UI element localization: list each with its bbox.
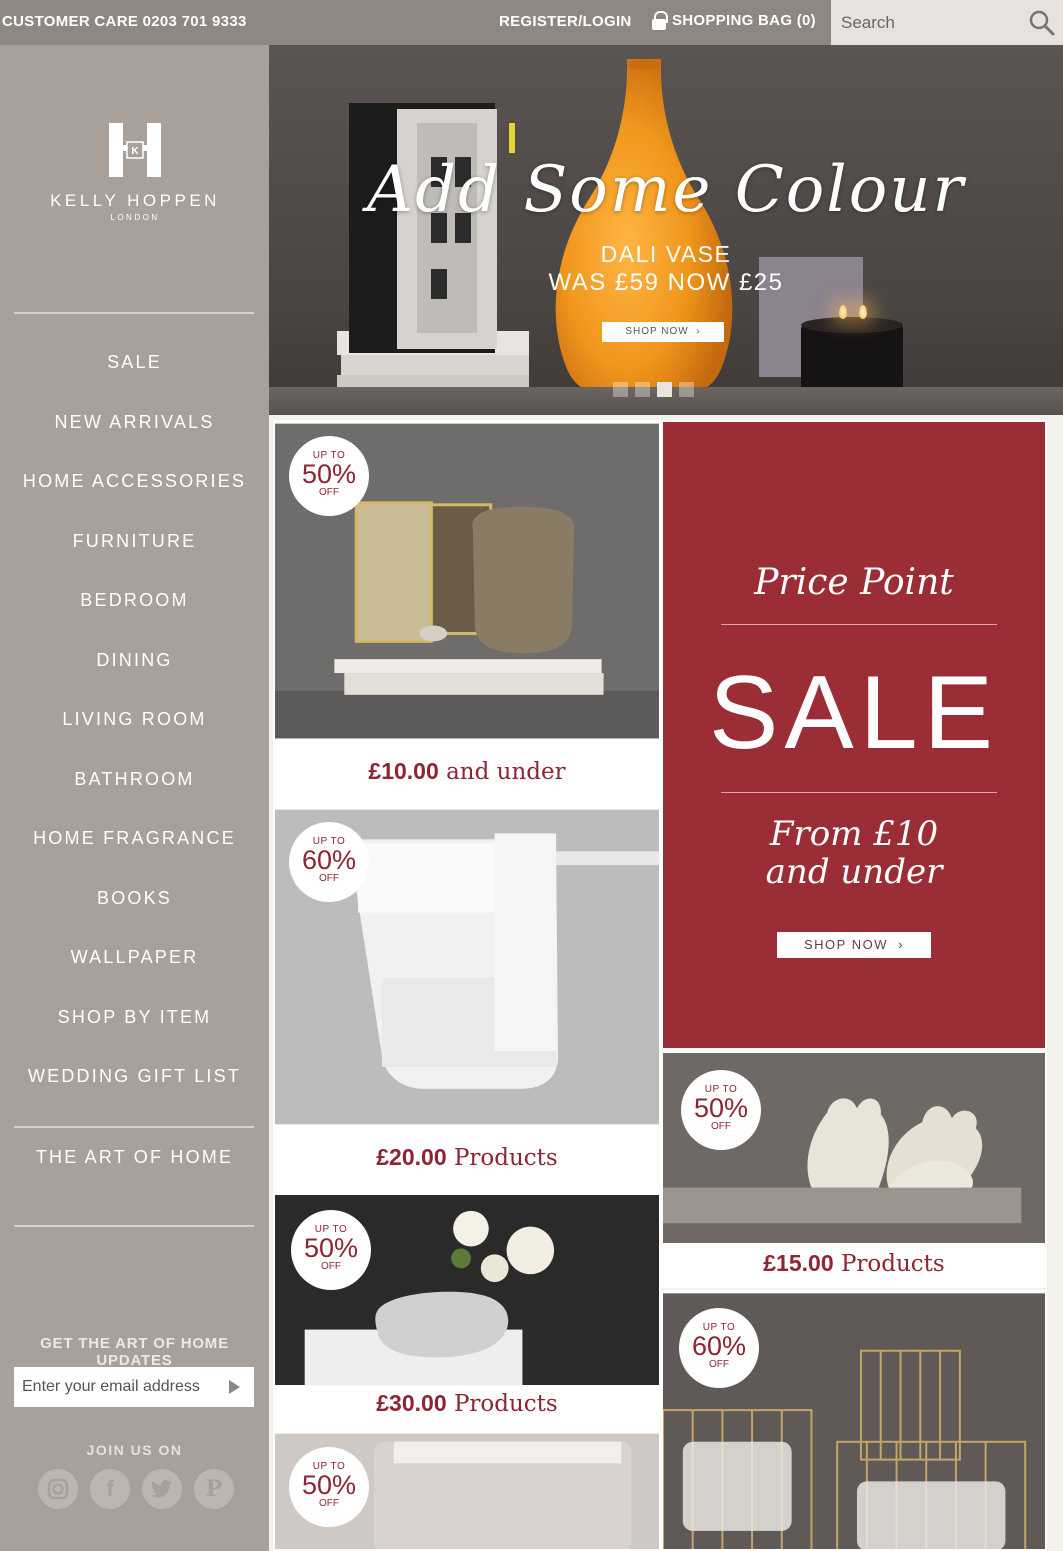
discount-badge: UP TO 50% OFF	[289, 1447, 369, 1527]
divider	[721, 624, 997, 625]
hero-price: WAS £59 NOW £25	[548, 269, 784, 296]
tile-label: Products	[453, 1145, 558, 1171]
brand-name: KELLY HOPPEN	[50, 191, 220, 210]
nav-item-living-room[interactable]: LIVING ROOM	[0, 690, 269, 750]
discount-badge: UP TO 50% OFF	[681, 1070, 761, 1150]
nav-item-wedding-gift-list[interactable]: WEDDING GIFT LIST	[0, 1047, 269, 1107]
nav-item-bedroom[interactable]: BEDROOM	[0, 571, 269, 631]
kelly-hoppen-logo[interactable]: K KELLY HOPPEN LONDON	[30, 123, 240, 222]
nav-item-dining[interactable]: DINING	[0, 631, 269, 691]
tile-caption: £30.00 Products	[275, 1390, 659, 1417]
promo-tile-10[interactable]: UP TO 50% OFF £10.00 and under	[273, 420, 661, 807]
promo-tile-20[interactable]: UP TO 60% OFF £20.00 Products	[273, 806, 661, 1193]
carousel-dots	[613, 382, 694, 397]
discount-badge: UP TO 50% OFF	[291, 1210, 371, 1290]
submit-arrow-icon[interactable]	[229, 1380, 240, 1394]
lock-icon	[651, 11, 668, 30]
kh-monogram-icon: K	[109, 123, 161, 177]
sale-shop-now-button[interactable]: SHOP NOW ›	[777, 932, 931, 958]
newsletter-form	[14, 1367, 254, 1407]
tile-price: £10.00	[368, 758, 439, 784]
tile-label: Products	[453, 1391, 558, 1417]
social-links: f P	[38, 1469, 234, 1509]
join-us-heading: JOIN US ON	[86, 1442, 183, 1458]
hero-title: Add Some Colour	[366, 153, 966, 227]
nav-item-books[interactable]: BOOKS	[0, 869, 269, 929]
promo-tile-cushion[interactable]: UP TO 50% OFF	[273, 1431, 661, 1551]
nav-item-art-of-home[interactable]: THE ART OF HOME	[0, 1147, 269, 1168]
candle-image	[801, 305, 903, 389]
carousel-dot-active[interactable]	[657, 382, 672, 397]
customer-care-phone[interactable]: CUSTOMER CARE 0203 701 9333	[2, 13, 247, 30]
discount-badge: UP TO 60% OFF	[679, 1308, 759, 1388]
tile-caption: £10.00 and under	[275, 758, 659, 785]
nav-item-home-fragrance[interactable]: HOME FRAGRANCE	[0, 809, 269, 869]
nav-item-home-accessories[interactable]: HOME ACCESSORIES	[0, 452, 269, 512]
tile-caption: £20.00 Products	[275, 1144, 659, 1171]
search-input[interactable]	[831, 0, 1021, 45]
orange-vase-image	[555, 59, 733, 399]
discount-badge: UP TO 50% OFF	[289, 436, 369, 516]
hero-product: DALI VASE	[600, 241, 732, 267]
promo-tile-15[interactable]: UP TO 50% OFF £15.00 Products	[661, 1050, 1047, 1288]
top-bar: CUSTOMER CARE 0203 701 9333 REGISTER/LOG…	[0, 0, 1063, 45]
carousel-dot[interactable]	[613, 382, 628, 397]
carousel-dot[interactable]	[635, 382, 650, 397]
newsletter-heading: GET THE ART OF HOME UPDATES	[40, 1335, 229, 1369]
divider	[14, 1126, 254, 1128]
register-login-link[interactable]: REGISTER/LOGIN	[499, 13, 632, 30]
email-field[interactable]	[14, 1367, 219, 1407]
price-point-title: Price Point	[754, 562, 954, 603]
sale-heading: SALE	[709, 655, 999, 771]
sale-subheading: From £10 and under	[663, 815, 1045, 891]
sale-and-under: and under	[765, 852, 943, 892]
tile-price: £15.00	[763, 1250, 834, 1276]
hero-banner[interactable]: Add Some Colour DALI VASE WAS £59 NOW £2…	[269, 45, 1063, 415]
discount-badge: UP TO 60% OFF	[289, 822, 369, 902]
nav-item-wallpaper[interactable]: WALLPAPER	[0, 928, 269, 988]
divider	[14, 1225, 254, 1227]
category-nav: SALE NEW ARRIVALS HOME ACCESSORIES FURNI…	[0, 333, 269, 1107]
search-box	[831, 0, 1063, 45]
price-point-sale-banner[interactable]: Price Point SALE From £10 and under SHOP…	[661, 420, 1047, 1050]
tile-price: £20.00	[376, 1144, 447, 1170]
tile-caption: £15.00 Products	[663, 1250, 1045, 1277]
instagram-icon[interactable]	[38, 1469, 78, 1509]
tile-label: and under	[446, 759, 566, 785]
hero-shop-now-button[interactable]: SHOP NOW ›	[602, 322, 724, 342]
tile-label: Products	[840, 1251, 945, 1277]
nav-item-shop-by-item[interactable]: SHOP BY ITEM	[0, 988, 269, 1048]
nav-item-furniture[interactable]: FURNITURE	[0, 512, 269, 572]
divider	[721, 792, 997, 793]
search-icon[interactable]	[1029, 10, 1055, 36]
carousel-dot[interactable]	[679, 382, 694, 397]
twitter-icon[interactable]	[142, 1469, 182, 1509]
brand-city: LONDON	[110, 213, 160, 222]
shopping-bag-link[interactable]: SHOPPING BAG (0)	[651, 11, 816, 30]
nav-item-sale[interactable]: SALE	[0, 333, 269, 393]
pinterest-icon[interactable]: P	[194, 1469, 234, 1509]
shopping-bag-label: SHOPPING BAG (0)	[672, 12, 816, 29]
nav-item-new-arrivals[interactable]: NEW ARRIVALS	[0, 393, 269, 453]
promo-tile-baskets[interactable]: UP TO 60% OFF	[661, 1290, 1047, 1551]
svg-text:K: K	[131, 146, 139, 157]
promo-tile-30[interactable]: UP TO 50% OFF £30.00 Products	[273, 1192, 661, 1431]
facebook-icon[interactable]: f	[90, 1469, 130, 1509]
divider	[14, 312, 254, 314]
sidebar: K KELLY HOPPEN LONDON SALE NEW ARRIVALS …	[0, 45, 269, 1551]
sale-from: From £10	[769, 814, 939, 854]
tile-price: £30.00	[376, 1390, 447, 1416]
nav-item-bathroom[interactable]: BATHROOM	[0, 750, 269, 810]
